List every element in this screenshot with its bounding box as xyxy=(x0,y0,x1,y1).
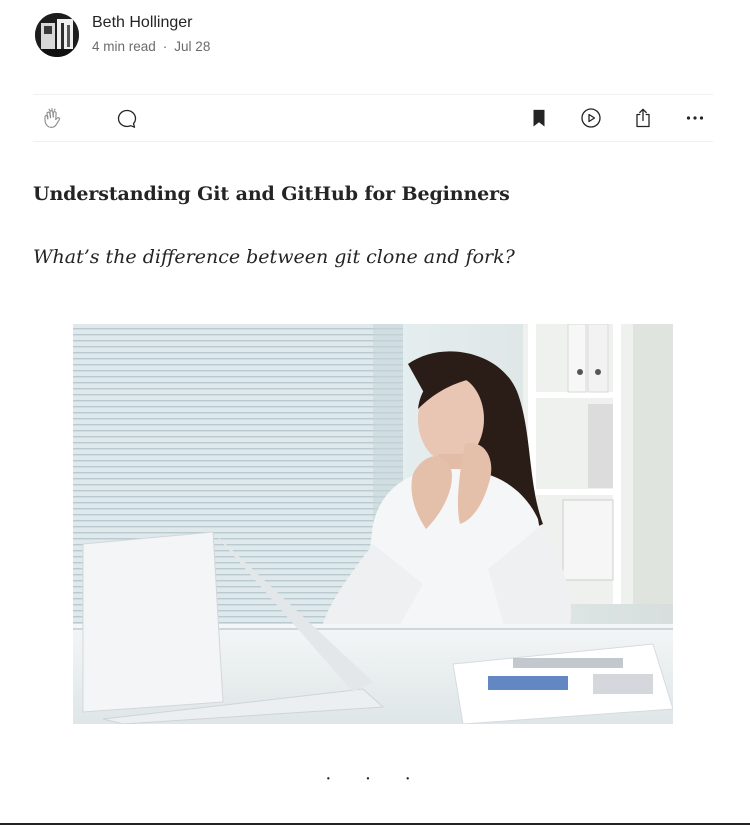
article-subtitle: What’s the difference between git clone … xyxy=(33,246,515,268)
comment-icon[interactable] xyxy=(115,106,139,130)
bookmark-icon[interactable] xyxy=(527,106,551,130)
author-avatar[interactable] xyxy=(35,13,79,57)
action-bar xyxy=(33,94,713,142)
author-block: Beth Hollinger 4 min read · Jul 28 xyxy=(35,13,210,57)
meta-separator: · xyxy=(162,38,168,54)
share-icon[interactable] xyxy=(631,106,655,130)
publish-date: Jul 28 xyxy=(174,38,211,54)
author-name[interactable]: Beth Hollinger xyxy=(92,13,210,33)
clap-icon[interactable] xyxy=(41,106,65,130)
section-break: · · · xyxy=(325,768,425,790)
listen-icon[interactable] xyxy=(579,106,603,130)
post-meta: 4 min read · Jul 28 xyxy=(92,39,210,55)
hero-image xyxy=(73,324,673,724)
more-icon[interactable] xyxy=(683,106,707,130)
article-title: Understanding Git and GitHub for Beginne… xyxy=(33,183,510,205)
read-time: 4 min read xyxy=(92,38,156,54)
author-meta: Beth Hollinger 4 min read · Jul 28 xyxy=(92,13,210,55)
